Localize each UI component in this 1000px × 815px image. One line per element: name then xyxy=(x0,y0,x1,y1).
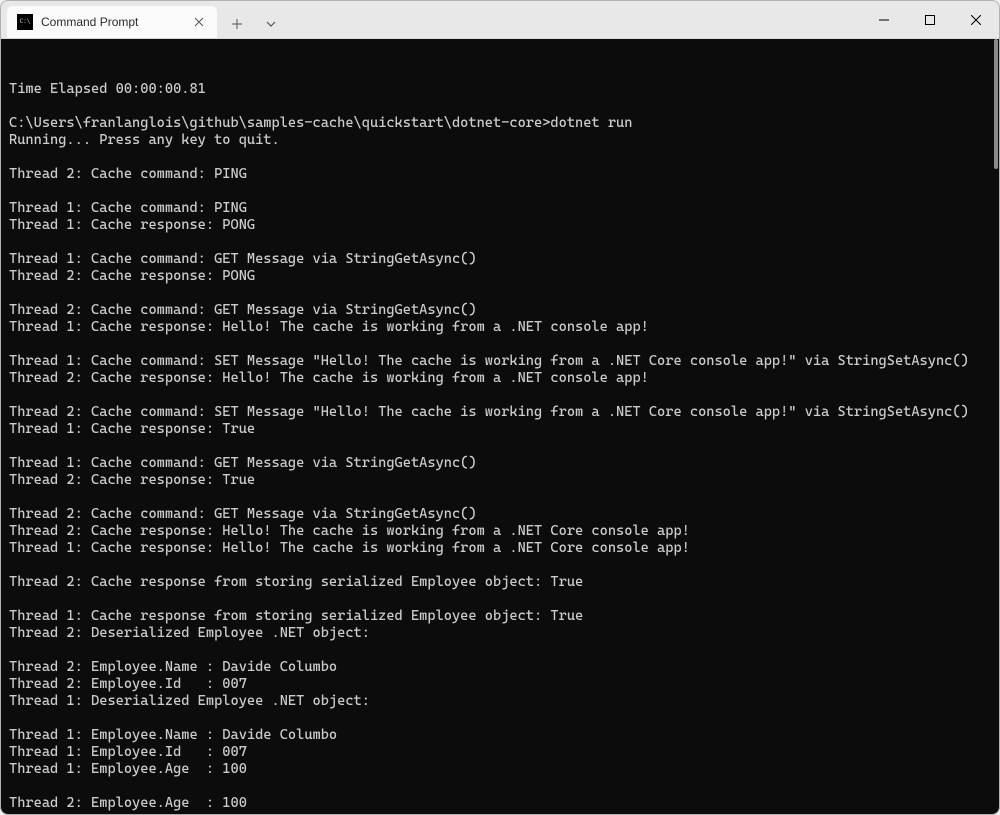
terminal-line xyxy=(9,98,991,115)
maximize-icon xyxy=(925,15,935,25)
terminal-line: Thread 1: Cache response: PONG xyxy=(9,217,991,234)
terminal-line: Thread 1: Employee.Name : Davide Columbo xyxy=(9,727,991,744)
terminal-output[interactable]: Time Elapsed 00:00:00.81 C:\Users\franla… xyxy=(1,39,999,814)
terminal-line: Thread 2: Cache response: PONG xyxy=(9,268,991,285)
terminal-line: Thread 2: Cache response: True xyxy=(9,472,991,489)
maximize-button[interactable] xyxy=(907,1,953,38)
terminal-line: Thread 2: Cache command: GET Message via… xyxy=(9,302,991,319)
terminal-line: Thread 2: Cache command: SET Message "He… xyxy=(9,404,991,421)
terminal-line xyxy=(9,336,991,353)
chevron-down-icon xyxy=(265,18,277,30)
terminal-line xyxy=(9,438,991,455)
close-icon xyxy=(971,15,981,25)
terminal-line: Thread 1: Cache command: GET Message via… xyxy=(9,251,991,268)
terminal-line xyxy=(9,710,991,727)
terminal-line xyxy=(9,234,991,251)
terminal-line: Thread 1: Cache response: Hello! The cac… xyxy=(9,540,991,557)
terminal-line: Thread 1: Cache command: SET Message "He… xyxy=(9,353,991,370)
terminal-line xyxy=(9,183,991,200)
terminal-line: Thread 1: Employee.Id : 007 xyxy=(9,744,991,761)
tab-controls xyxy=(217,10,291,38)
scrollbar-thumb[interactable] xyxy=(994,39,998,169)
terminal-line: Thread 1: Cache response: True xyxy=(9,421,991,438)
terminal-line: Time Elapsed 00:00:00.81 xyxy=(9,81,991,98)
terminal-line: Thread 1: Cache command: PING xyxy=(9,200,991,217)
terminal-line: Thread 2: Employee.Name : Davide Columbo xyxy=(9,659,991,676)
terminal-line: Thread 2: Cache response: Hello! The cac… xyxy=(9,370,991,387)
tab-close-button[interactable] xyxy=(191,14,207,30)
tab-title: Command Prompt xyxy=(41,15,183,29)
terminal-line: C:\Users\franlanglois\github\samples-cac… xyxy=(9,115,991,132)
tab-command-prompt[interactable]: C:\ Command Prompt xyxy=(7,6,217,38)
terminal-line: Thread 2: Cache response from storing se… xyxy=(9,574,991,591)
titlebar[interactable]: C:\ Command Prompt xyxy=(1,1,999,39)
app-window: C:\ Command Prompt xyxy=(0,0,1000,815)
minimize-button[interactable] xyxy=(861,1,907,38)
terminal-line xyxy=(9,149,991,166)
terminal-line: Running... Press any key to quit. xyxy=(9,132,991,149)
cmd-icon: C:\ xyxy=(17,14,33,30)
terminal-line: Thread 1: Cache response: Hello! The cac… xyxy=(9,319,991,336)
minimize-icon xyxy=(879,15,889,25)
terminal-line xyxy=(9,642,991,659)
terminal-line: Thread 2: Deserialized Employee .NET obj… xyxy=(9,625,991,642)
new-tab-button[interactable] xyxy=(223,10,251,38)
tab-area: C:\ Command Prompt xyxy=(1,1,861,38)
tab-dropdown-button[interactable] xyxy=(257,10,285,38)
terminal-line: Thread 1: Cache response from storing se… xyxy=(9,608,991,625)
terminal-line: Thread 1: Cache command: GET Message via… xyxy=(9,455,991,472)
terminal-line: Thread 2: Employee.Id : 007 xyxy=(9,676,991,693)
terminal-line xyxy=(9,591,991,608)
terminal-line xyxy=(9,557,991,574)
plus-icon xyxy=(231,18,243,30)
terminal-line xyxy=(9,285,991,302)
terminal-line: Thread 2: Cache command: PING xyxy=(9,166,991,183)
terminal-line: Thread 1: Employee.Age : 100 xyxy=(9,761,991,778)
close-window-button[interactable] xyxy=(953,1,999,38)
terminal-line xyxy=(9,778,991,795)
close-icon xyxy=(194,17,204,27)
window-controls xyxy=(861,1,999,38)
terminal-line xyxy=(9,387,991,404)
terminal-line xyxy=(9,489,991,506)
terminal-line: Thread 2: Employee.Age : 100 xyxy=(9,795,991,812)
terminal-line: Thread 2: Cache response: Hello! The cac… xyxy=(9,523,991,540)
terminal-line: Thread 1: Deserialized Employee .NET obj… xyxy=(9,693,991,710)
terminal-line: Thread 2: Cache command: GET Message via… xyxy=(9,506,991,523)
